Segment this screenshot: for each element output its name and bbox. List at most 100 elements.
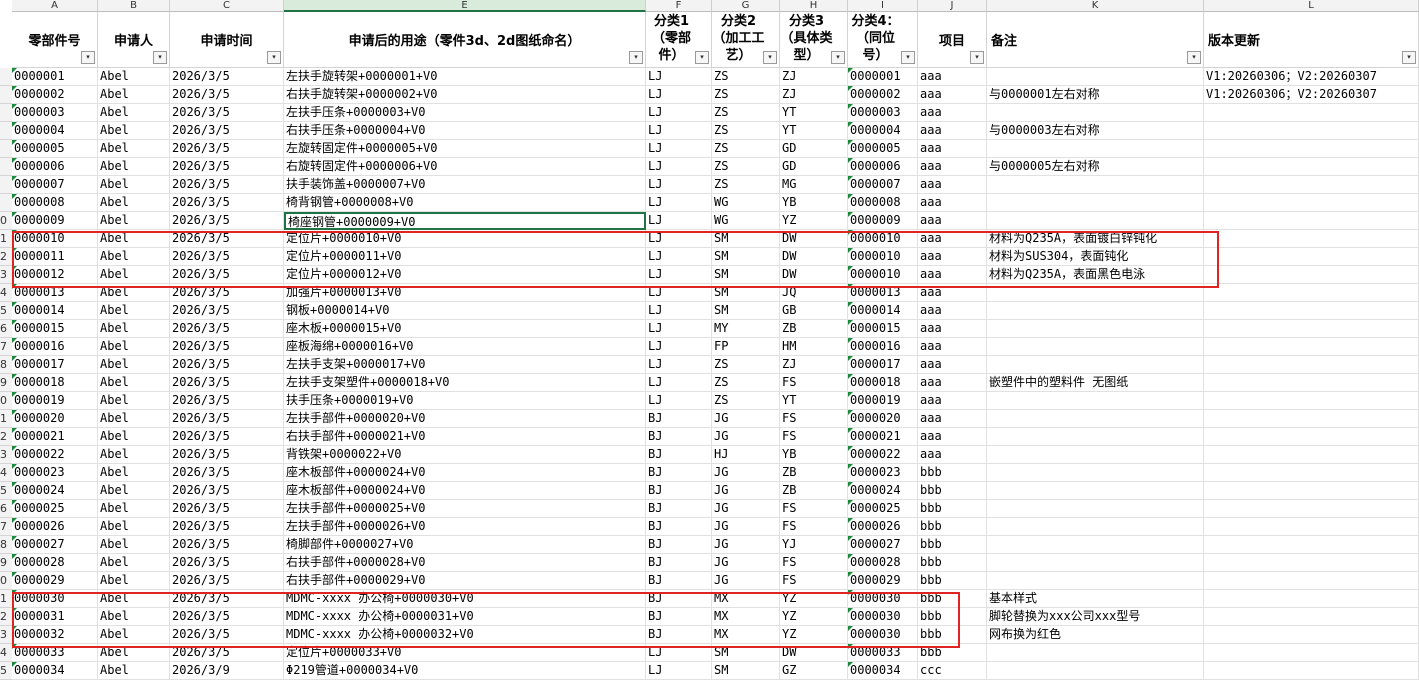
table-cell[interactable]: JG	[712, 536, 780, 554]
table-cell[interactable]: 0000025	[848, 500, 918, 518]
table-cell[interactable]: 0000018	[848, 374, 918, 392]
row-number[interactable]: 2	[0, 608, 12, 626]
table-cell[interactable]: 0000030	[12, 590, 98, 608]
table-cell[interactable]: LJ	[646, 356, 712, 374]
table-cell[interactable]: 0000010	[848, 230, 918, 248]
table-cell[interactable]: 座板海绵+0000016+V0	[284, 338, 646, 356]
table-cell[interactable]: 0000030	[848, 626, 918, 644]
table-cell[interactable]: 0000011	[12, 248, 98, 266]
row-number[interactable]	[0, 104, 12, 122]
table-cell[interactable]: 右扶手压条+0000004+V0	[284, 122, 646, 140]
table-cell[interactable]: ZS	[712, 158, 780, 176]
table-cell[interactable]: Abel	[98, 374, 170, 392]
row-number[interactable]: 2	[0, 428, 12, 446]
table-cell[interactable]: 椅背钢管+0000008+V0	[284, 194, 646, 212]
table-cell[interactable]: 右扶手部件+0000028+V0	[284, 554, 646, 572]
table-cell[interactable]: aaa	[918, 320, 987, 338]
table-cell[interactable]: ZS	[712, 356, 780, 374]
table-cell[interactable]: SM	[712, 230, 780, 248]
table-cell[interactable]: bbb	[918, 500, 987, 518]
row-number[interactable]: 4	[0, 284, 12, 302]
table-cell[interactable]: 0000017	[12, 356, 98, 374]
row-number[interactable]	[0, 158, 12, 176]
header-cell-1[interactable]: 申请人 ▾	[98, 12, 170, 68]
table-cell[interactable]: ZS	[712, 86, 780, 104]
table-cell[interactable]: Abel	[98, 158, 170, 176]
table-cell[interactable]: 0000034	[848, 662, 918, 680]
table-cell[interactable]: LJ	[646, 140, 712, 158]
table-cell[interactable]: 0000024	[12, 482, 98, 500]
filter-dropdown-icon[interactable]: ▾	[970, 51, 984, 64]
table-cell[interactable]: LJ	[646, 644, 712, 662]
row-number[interactable]: 5	[0, 302, 12, 320]
table-cell[interactable]: SM	[712, 644, 780, 662]
table-cell[interactable]: aaa	[918, 140, 987, 158]
table-cell[interactable]: aaa	[918, 284, 987, 302]
row-number[interactable]	[0, 86, 12, 104]
row-number[interactable]: 8	[0, 536, 12, 554]
table-cell[interactable]	[1204, 392, 1419, 410]
table-cell[interactable]: 2026/3/5	[170, 482, 284, 500]
table-cell[interactable]: 右扶手部件+0000029+V0	[284, 572, 646, 590]
table-cell[interactable]	[987, 320, 1204, 338]
table-cell[interactable]: bbb	[918, 536, 987, 554]
row-number[interactable]: 7	[0, 518, 12, 536]
table-cell[interactable]: 0000014	[12, 302, 98, 320]
table-cell[interactable]: 与0000001左右对称	[987, 86, 1204, 104]
table-cell[interactable]	[987, 644, 1204, 662]
table-cell[interactable]: BJ	[646, 554, 712, 572]
table-cell[interactable]	[1204, 536, 1419, 554]
header-cell-3[interactable]: 申请后的用途（零件3d、2d图纸命名） ▾	[284, 12, 646, 68]
table-cell[interactable]: aaa	[918, 266, 987, 284]
column-letter-1[interactable]: B	[98, 0, 170, 12]
table-cell[interactable]: 0000031	[12, 608, 98, 626]
table-cell[interactable]: 2026/3/5	[170, 500, 284, 518]
table-cell[interactable]: Abel	[98, 590, 170, 608]
table-cell[interactable]	[1204, 212, 1419, 230]
table-cell[interactable]: Abel	[98, 266, 170, 284]
table-cell[interactable]: Abel	[98, 572, 170, 590]
filter-dropdown-icon[interactable]: ▾	[153, 51, 167, 64]
table-cell[interactable]: 左扶手压条+0000003+V0	[284, 104, 646, 122]
table-cell[interactable]	[1204, 248, 1419, 266]
table-cell[interactable]: LJ	[646, 122, 712, 140]
table-cell[interactable]: FS	[780, 410, 848, 428]
table-cell[interactable]: LJ	[646, 194, 712, 212]
table-cell[interactable]: aaa	[918, 392, 987, 410]
table-cell[interactable]: 2026/3/5	[170, 212, 284, 230]
table-cell[interactable]: LJ	[646, 284, 712, 302]
table-cell[interactable]: Abel	[98, 230, 170, 248]
table-cell[interactable]: BJ	[646, 500, 712, 518]
table-cell[interactable]: 0000010	[848, 248, 918, 266]
table-cell[interactable]: ZS	[712, 176, 780, 194]
table-cell[interactable]: 座木板部件+0000024+V0	[284, 464, 646, 482]
table-cell[interactable]: Abel	[98, 248, 170, 266]
header-cell-9[interactable]: 备注 ▾	[987, 12, 1204, 68]
table-cell[interactable]: Abel	[98, 500, 170, 518]
table-cell[interactable]: JG	[712, 518, 780, 536]
table-cell[interactable]: 2026/3/5	[170, 104, 284, 122]
table-cell[interactable]	[1204, 572, 1419, 590]
row-number[interactable]	[0, 176, 12, 194]
table-cell[interactable]	[1204, 266, 1419, 284]
table-cell[interactable]: HM	[780, 338, 848, 356]
table-cell[interactable]: YZ	[780, 590, 848, 608]
table-cell[interactable]: YZ	[780, 608, 848, 626]
table-cell[interactable]: 2026/3/5	[170, 68, 284, 86]
table-cell[interactable]: JG	[712, 500, 780, 518]
table-cell[interactable]: 0000021	[12, 428, 98, 446]
table-cell[interactable]: YZ	[780, 212, 848, 230]
table-cell[interactable]: 0000010	[848, 266, 918, 284]
table-cell[interactable]: FP	[712, 338, 780, 356]
table-cell[interactable]: SM	[712, 248, 780, 266]
table-cell[interactable]: bbb	[918, 644, 987, 662]
table-cell[interactable]: 钢板+0000014+V0	[284, 302, 646, 320]
table-cell[interactable]: 左扶手部件+0000020+V0	[284, 410, 646, 428]
table-cell[interactable]: 定位片+0000010+V0	[284, 230, 646, 248]
table-cell[interactable]: BJ	[646, 482, 712, 500]
table-cell[interactable]: 0000005	[12, 140, 98, 158]
table-cell[interactable]: JG	[712, 410, 780, 428]
table-cell[interactable]: 0000009	[848, 212, 918, 230]
table-cell[interactable]: bbb	[918, 626, 987, 644]
table-cell[interactable]: aaa	[918, 104, 987, 122]
